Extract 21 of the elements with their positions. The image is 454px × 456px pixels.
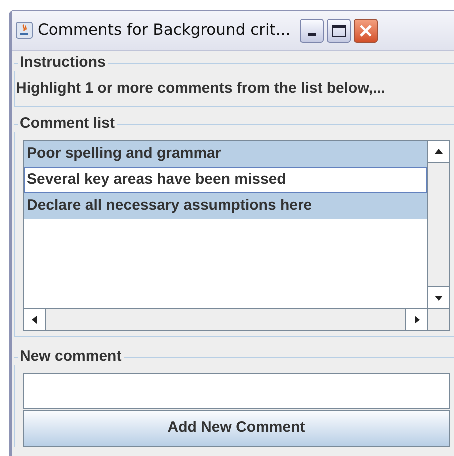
window-title: Comments for Background crit... xyxy=(38,20,291,41)
close-button[interactable] xyxy=(354,18,378,42)
add-comment-button[interactable]: Add New Comment xyxy=(23,410,450,447)
scroll-left-icon[interactable] xyxy=(30,314,40,325)
coffee-cup-icon xyxy=(16,22,33,39)
minimize-button[interactable] xyxy=(300,18,324,42)
minimize-icon xyxy=(308,32,316,36)
close-icon xyxy=(358,24,373,38)
group-label: New comment xyxy=(19,347,123,367)
list-item[interactable]: Declare all necessary assumptions here xyxy=(24,193,427,219)
vertical-scrollbar[interactable] xyxy=(427,141,449,308)
maximize-icon xyxy=(332,24,346,36)
maximize-button[interactable] xyxy=(326,18,351,42)
group-label: Instructions xyxy=(19,53,107,73)
comment-input-field[interactable] xyxy=(23,373,450,409)
list-item[interactable]: Poor spelling and grammar xyxy=(24,141,427,167)
list-item[interactable]: Several key areas have been missed xyxy=(24,167,427,193)
scroll-up-icon[interactable] xyxy=(434,146,444,156)
horizontal-scrollbar[interactable] xyxy=(24,309,427,330)
group-label: Comment list xyxy=(19,114,116,134)
instructions-text: Highlight 1 or more comments from the list below,... xyxy=(16,80,386,97)
